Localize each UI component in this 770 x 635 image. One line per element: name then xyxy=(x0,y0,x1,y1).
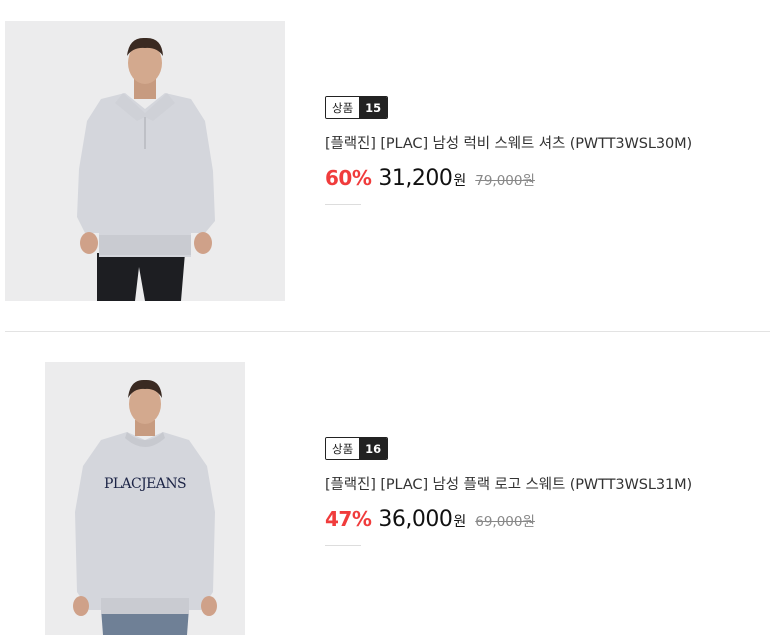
product-photo xyxy=(5,21,285,301)
shirt-print-text: PLACJEANS xyxy=(104,476,186,492)
product-image[interactable] xyxy=(5,21,285,301)
info-divider xyxy=(325,204,361,205)
original-price: 79,000원 xyxy=(475,173,535,189)
sale-price-unit: 원 xyxy=(453,514,467,530)
discount-rate: 47% xyxy=(325,507,372,531)
price-row: 47% 36,000 원 69,000원 xyxy=(325,507,692,532)
badge-number: 16 xyxy=(359,438,388,459)
product-item[interactable]: PLACJEANS 상품 16 [플랙진] [PLAC] 남성 플랙 로고 스웨… xyxy=(0,332,770,635)
sale-price-unit: 원 xyxy=(453,173,467,189)
original-price: 69,000원 xyxy=(475,514,535,530)
discount-rate: 60% xyxy=(325,166,372,190)
badge-number: 15 xyxy=(359,97,388,118)
badge-label: 상품 xyxy=(326,97,360,118)
product-image[interactable]: PLACJEANS xyxy=(5,362,285,635)
badge-label: 상품 xyxy=(326,438,360,459)
product-info: 상품 16 [플랙진] [PLAC] 남성 플랙 로고 스웨트 (PWTT3WS… xyxy=(325,437,692,546)
product-item[interactable]: 상품 15 [플랙진] [PLAC] 남성 럭비 스웨트 셔츠 (PWTT3WS… xyxy=(0,0,770,331)
price-row: 60% 31,200 원 79,000원 xyxy=(325,166,692,191)
sale-price: 31,200 xyxy=(378,166,453,191)
info-divider xyxy=(325,545,361,546)
product-title[interactable]: [플랙진] [PLAC] 남성 플랙 로고 스웨트 (PWTT3WSL31M) xyxy=(325,473,692,494)
sale-price: 36,000 xyxy=(378,507,453,532)
product-info: 상품 15 [플랙진] [PLAC] 남성 럭비 스웨트 셔츠 (PWTT3WS… xyxy=(325,96,692,205)
product-title[interactable]: [플랙진] [PLAC] 남성 럭비 스웨트 셔츠 (PWTT3WSL30M) xyxy=(325,132,692,153)
product-badge: 상품 15 xyxy=(325,96,389,119)
product-badge: 상품 16 xyxy=(325,437,389,460)
product-photo: PLACJEANS xyxy=(5,362,285,635)
